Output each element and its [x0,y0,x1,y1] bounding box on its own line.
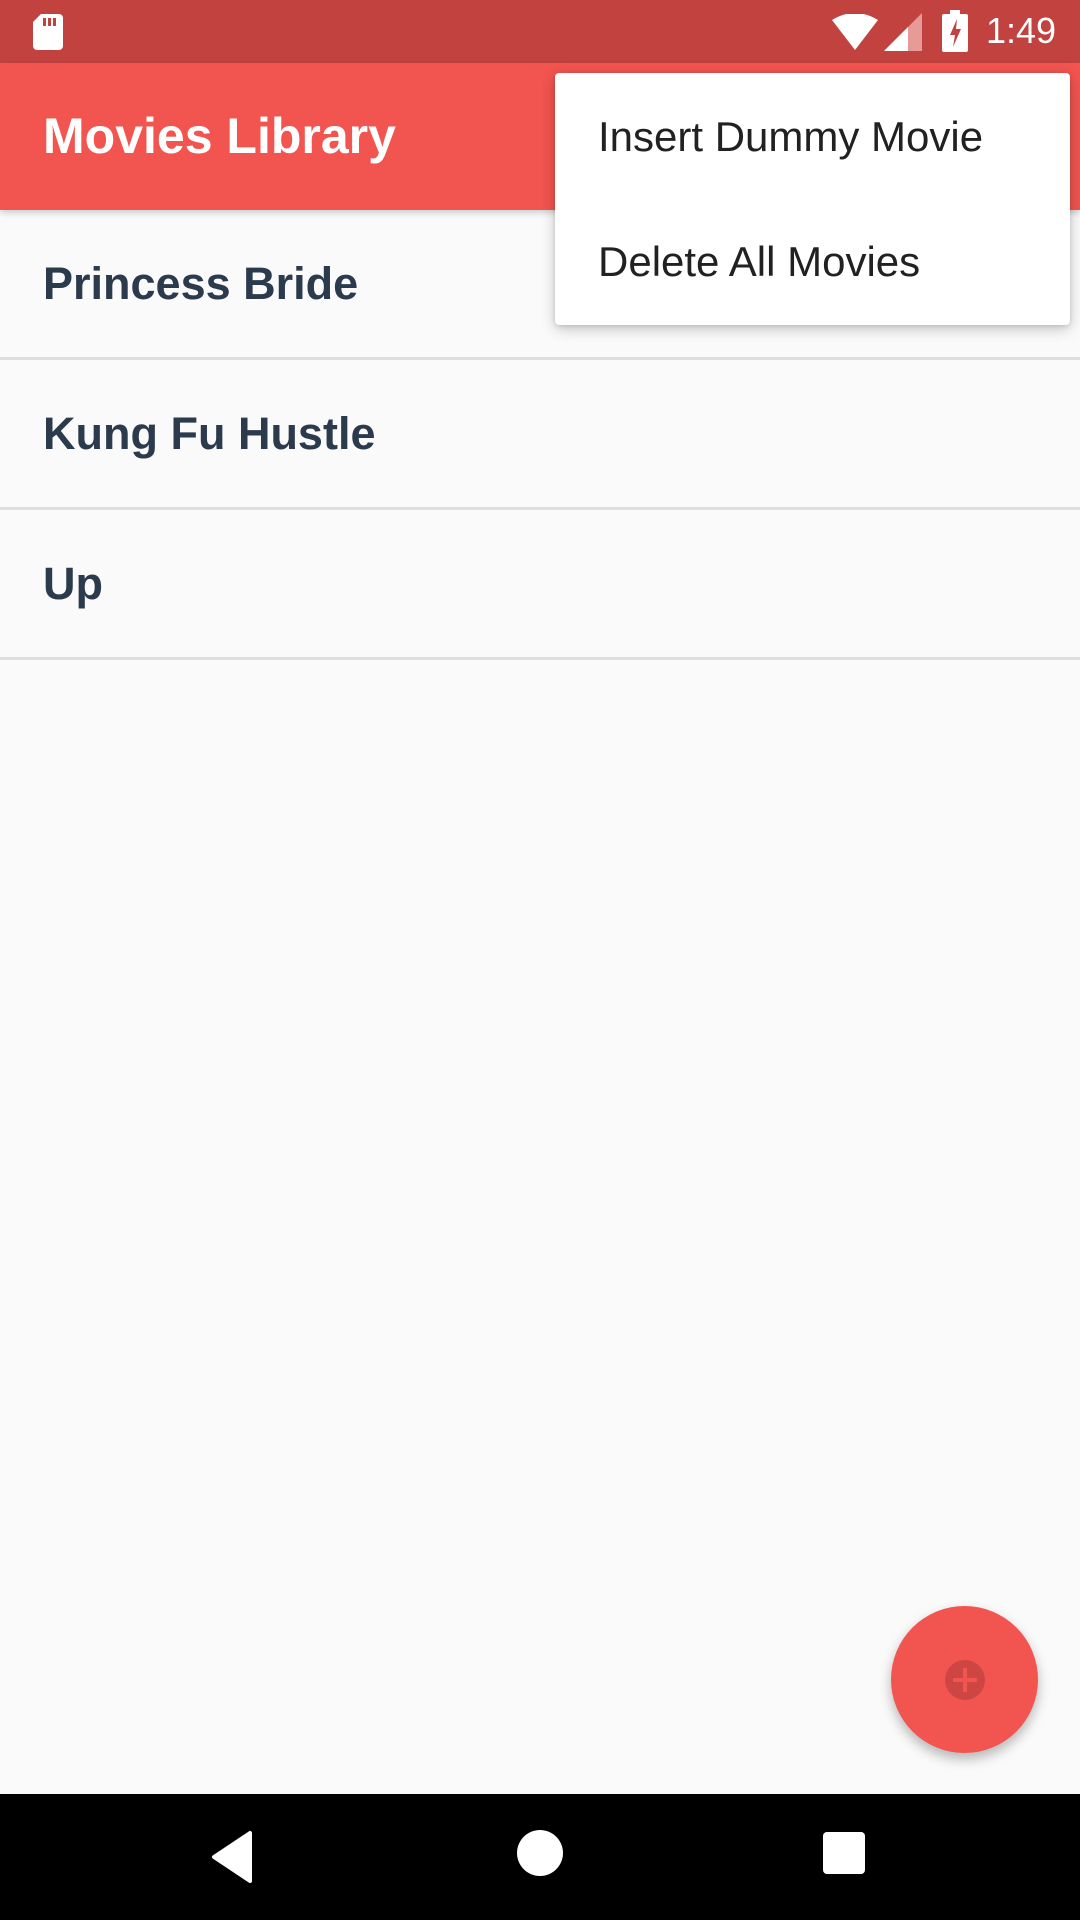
navigation-bar [0,1794,1080,1920]
movie-title: Up [43,558,103,609]
movie-title: Princess Bride [43,258,359,309]
movie-list-item[interactable]: Kung Fu Hustle [0,360,1080,510]
screen: 1:49 Movies Library Princess Bride Kung … [0,0,1080,1920]
cell-signal-icon [884,13,922,51]
add-movie-fab[interactable] [891,1606,1038,1753]
recents-icon[interactable] [823,1832,865,1874]
back-icon[interactable] [210,1829,260,1885]
status-bar: 1:49 [0,0,1080,63]
add-icon [945,1660,985,1700]
status-clock: 1:49 [986,10,1057,51]
wifi-icon [832,14,878,50]
home-icon[interactable] [517,1830,563,1876]
menu-item-insert-dummy-movie[interactable]: Insert Dummy Movie [555,84,1070,209]
movie-title: Kung Fu Hustle [43,408,376,459]
sd-card-icon [33,14,63,50]
app-title: Movies Library [43,108,396,164]
overflow-menu: Insert Dummy Movie Delete All Movies [555,73,1070,325]
movie-list-item[interactable]: Up [0,510,1080,660]
battery-charging-icon [942,10,968,52]
menu-item-delete-all-movies[interactable]: Delete All Movies [555,209,1070,334]
